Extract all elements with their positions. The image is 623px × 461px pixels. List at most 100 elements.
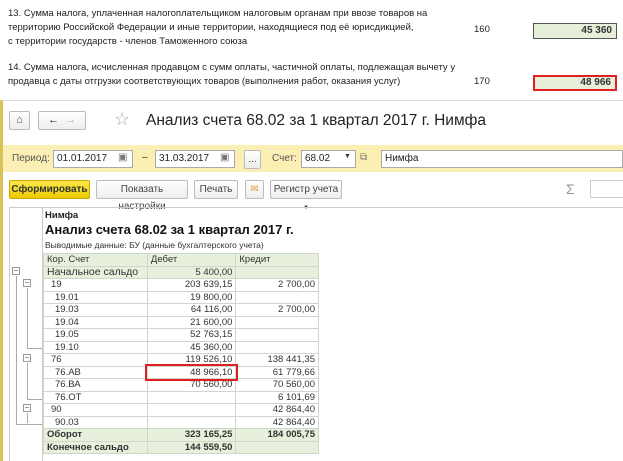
open-icon[interactable]: ⧉ [360, 152, 367, 163]
cell-account: Конечное сальдо [43, 440, 148, 454]
line14-text-1: 14. Сумма налога, исчисленная продавцом … [8, 62, 456, 73]
cell-account: 19.10 [43, 340, 148, 354]
cell-credit: 138 441,35 [235, 353, 319, 367]
print-button[interactable]: Печать [194, 180, 238, 199]
table-row[interactable]: Оборот 323 165,25 184 005,75 [43, 428, 319, 442]
collapse-icon[interactable]: − [23, 279, 31, 287]
code-160: 160 [474, 24, 490, 35]
cell-account: 90 [43, 403, 148, 417]
table-row[interactable]: 19.01 19 800,00 [43, 290, 319, 304]
cell-debit: 45 360,00 [146, 340, 237, 354]
header-debit: Дебет [146, 253, 237, 267]
back-icon[interactable]: ← [48, 114, 59, 126]
calendar-icon[interactable]: ▣ [118, 152, 127, 163]
line13-text: 13. Сумма налога, уплаченная налогоплате… [8, 7, 427, 49]
show-settings-button[interactable]: Показать настройки [96, 180, 188, 212]
collapse-icon[interactable]: − [23, 354, 31, 362]
tree-line [27, 413, 28, 423]
star-icon[interactable]: ☆ [114, 109, 130, 130]
collapse-icon[interactable]: − [23, 404, 31, 412]
dash: – [142, 152, 148, 163]
cell-debit: 21 600,00 [146, 315, 237, 329]
cell-debit: 48 966,10 [145, 364, 238, 381]
header-account: Кор. Счет [43, 253, 148, 267]
cell-account: Начальное сальдо [43, 265, 148, 279]
cell-debit: 5 400,00 [146, 265, 237, 279]
account-label: Счет: [272, 153, 297, 164]
value-160[interactable]: 45 360 [533, 23, 617, 39]
table-row[interactable]: 19.10 45 360,00 [43, 340, 319, 354]
chevron-down-icon[interactable]: ▼ [344, 153, 351, 160]
cell-debit: 144 559,50 [146, 440, 237, 454]
cell-account: 19.03 [43, 303, 148, 317]
tree-line [16, 276, 17, 424]
cell-account: 76.ОТ [43, 390, 148, 404]
forward-icon[interactable]: → [65, 114, 76, 126]
calendar-icon[interactable]: ▣ [220, 152, 229, 163]
table-row[interactable]: 19.05 52 763,15 [43, 328, 319, 342]
table-row[interactable]: 19 203 639,15 2 700,00 [43, 278, 319, 292]
header-credit: Кредит [235, 253, 319, 267]
tree-line [27, 399, 42, 400]
cell-credit: 2 700,00 [235, 278, 319, 292]
table-row[interactable]: 76 119 526,10 138 441,35 [43, 353, 319, 367]
cell-credit [235, 315, 319, 329]
register-button[interactable]: Регистр учета ▼ [270, 180, 342, 211]
cell-account: 19.05 [43, 328, 148, 342]
cell-debit: 19 800,00 [146, 290, 237, 304]
cell-account: 19 [43, 278, 148, 292]
report-org: Нимфа [45, 210, 79, 221]
period-label: Период: [12, 153, 50, 164]
table-row[interactable]: 19.03 64 116,00 2 700,00 [43, 303, 319, 317]
tree-line [27, 348, 42, 349]
table-row[interactable]: 19.04 21 600,00 [43, 315, 319, 329]
cell-account: 76.ВА [43, 378, 148, 392]
collapse-icon[interactable]: − [12, 267, 20, 275]
cell-account: Оборот [43, 428, 148, 442]
value-170[interactable]: 48 966 [533, 75, 617, 91]
envelope-icon: ✉ [250, 184, 259, 195]
nav-buttons: ← → [38, 111, 86, 130]
table-row[interactable]: 90 42 864,40 [43, 403, 319, 417]
line13-text-2: территорию Российской Федерации и иные т… [8, 22, 414, 33]
cell-account: 19.01 [43, 290, 148, 304]
line14-text-2: продавца с даты отгрузки соответствующих… [8, 76, 401, 87]
cell-credit: 70 560,00 [235, 378, 319, 392]
cell-debit [146, 390, 237, 404]
cell-account: 76 [43, 353, 148, 367]
table-row[interactable]: Конечное сальдо 144 559,50 [43, 440, 319, 454]
cell-credit: 61 779,66 [235, 365, 319, 379]
generate-button[interactable]: Сформировать [9, 180, 90, 199]
cell-credit: 184 005,75 [235, 428, 319, 442]
home-icon: ⌂ [16, 114, 23, 126]
period-select-button[interactable]: ... [244, 150, 261, 169]
tree-line [27, 363, 28, 399]
report-title: Анализ счета 68.02 за 1 квартал 2017 г. [45, 222, 294, 237]
table-row[interactable]: Начальное сальдо 5 400,00 [43, 265, 319, 279]
organization-input[interactable]: Нимфа [381, 150, 623, 168]
code-170: 170 [474, 76, 490, 87]
cell-debit: 323 165,25 [146, 428, 237, 442]
table-row[interactable]: 76.ВА 70 560,00 70 560,00 [43, 378, 319, 392]
table-row[interactable]: 76.ОТ 6 101,69 [43, 390, 319, 404]
cell-credit [235, 340, 319, 354]
sum-field[interactable] [590, 180, 623, 198]
cell-credit [235, 440, 319, 454]
cell-account: 76.АВ [43, 365, 148, 379]
cell-debit: 64 116,00 [146, 303, 237, 317]
email-button[interactable]: ✉ [245, 180, 264, 199]
home-button[interactable]: ⌂ [9, 111, 30, 130]
line13-text-1: 13. Сумма налога, уплаченная налогоплате… [8, 8, 428, 19]
cell-credit: 42 864,40 [235, 403, 319, 417]
table-row[interactable]: 90.03 42 864,40 [43, 415, 319, 429]
window-title: Анализ счета 68.02 за 1 квартал 2017 г. … [146, 112, 486, 129]
cell-debit: 70 560,00 [146, 378, 237, 392]
line13-text-3: с территории государств - членов Таможен… [8, 36, 248, 47]
register-label: Регистр учета [273, 184, 339, 195]
cell-debit: 52 763,15 [146, 328, 237, 342]
sigma-icon[interactable]: Σ [566, 181, 575, 197]
table-row[interactable]: 76.АВ 48 966,10 61 779,66 [43, 364, 319, 381]
cell-credit: 42 864,40 [235, 415, 319, 429]
table-header-row: Кор. Счет Дебет Кредит [43, 253, 319, 267]
line14-text: 14. Сумма налога, исчисленная продавцом … [8, 61, 455, 89]
